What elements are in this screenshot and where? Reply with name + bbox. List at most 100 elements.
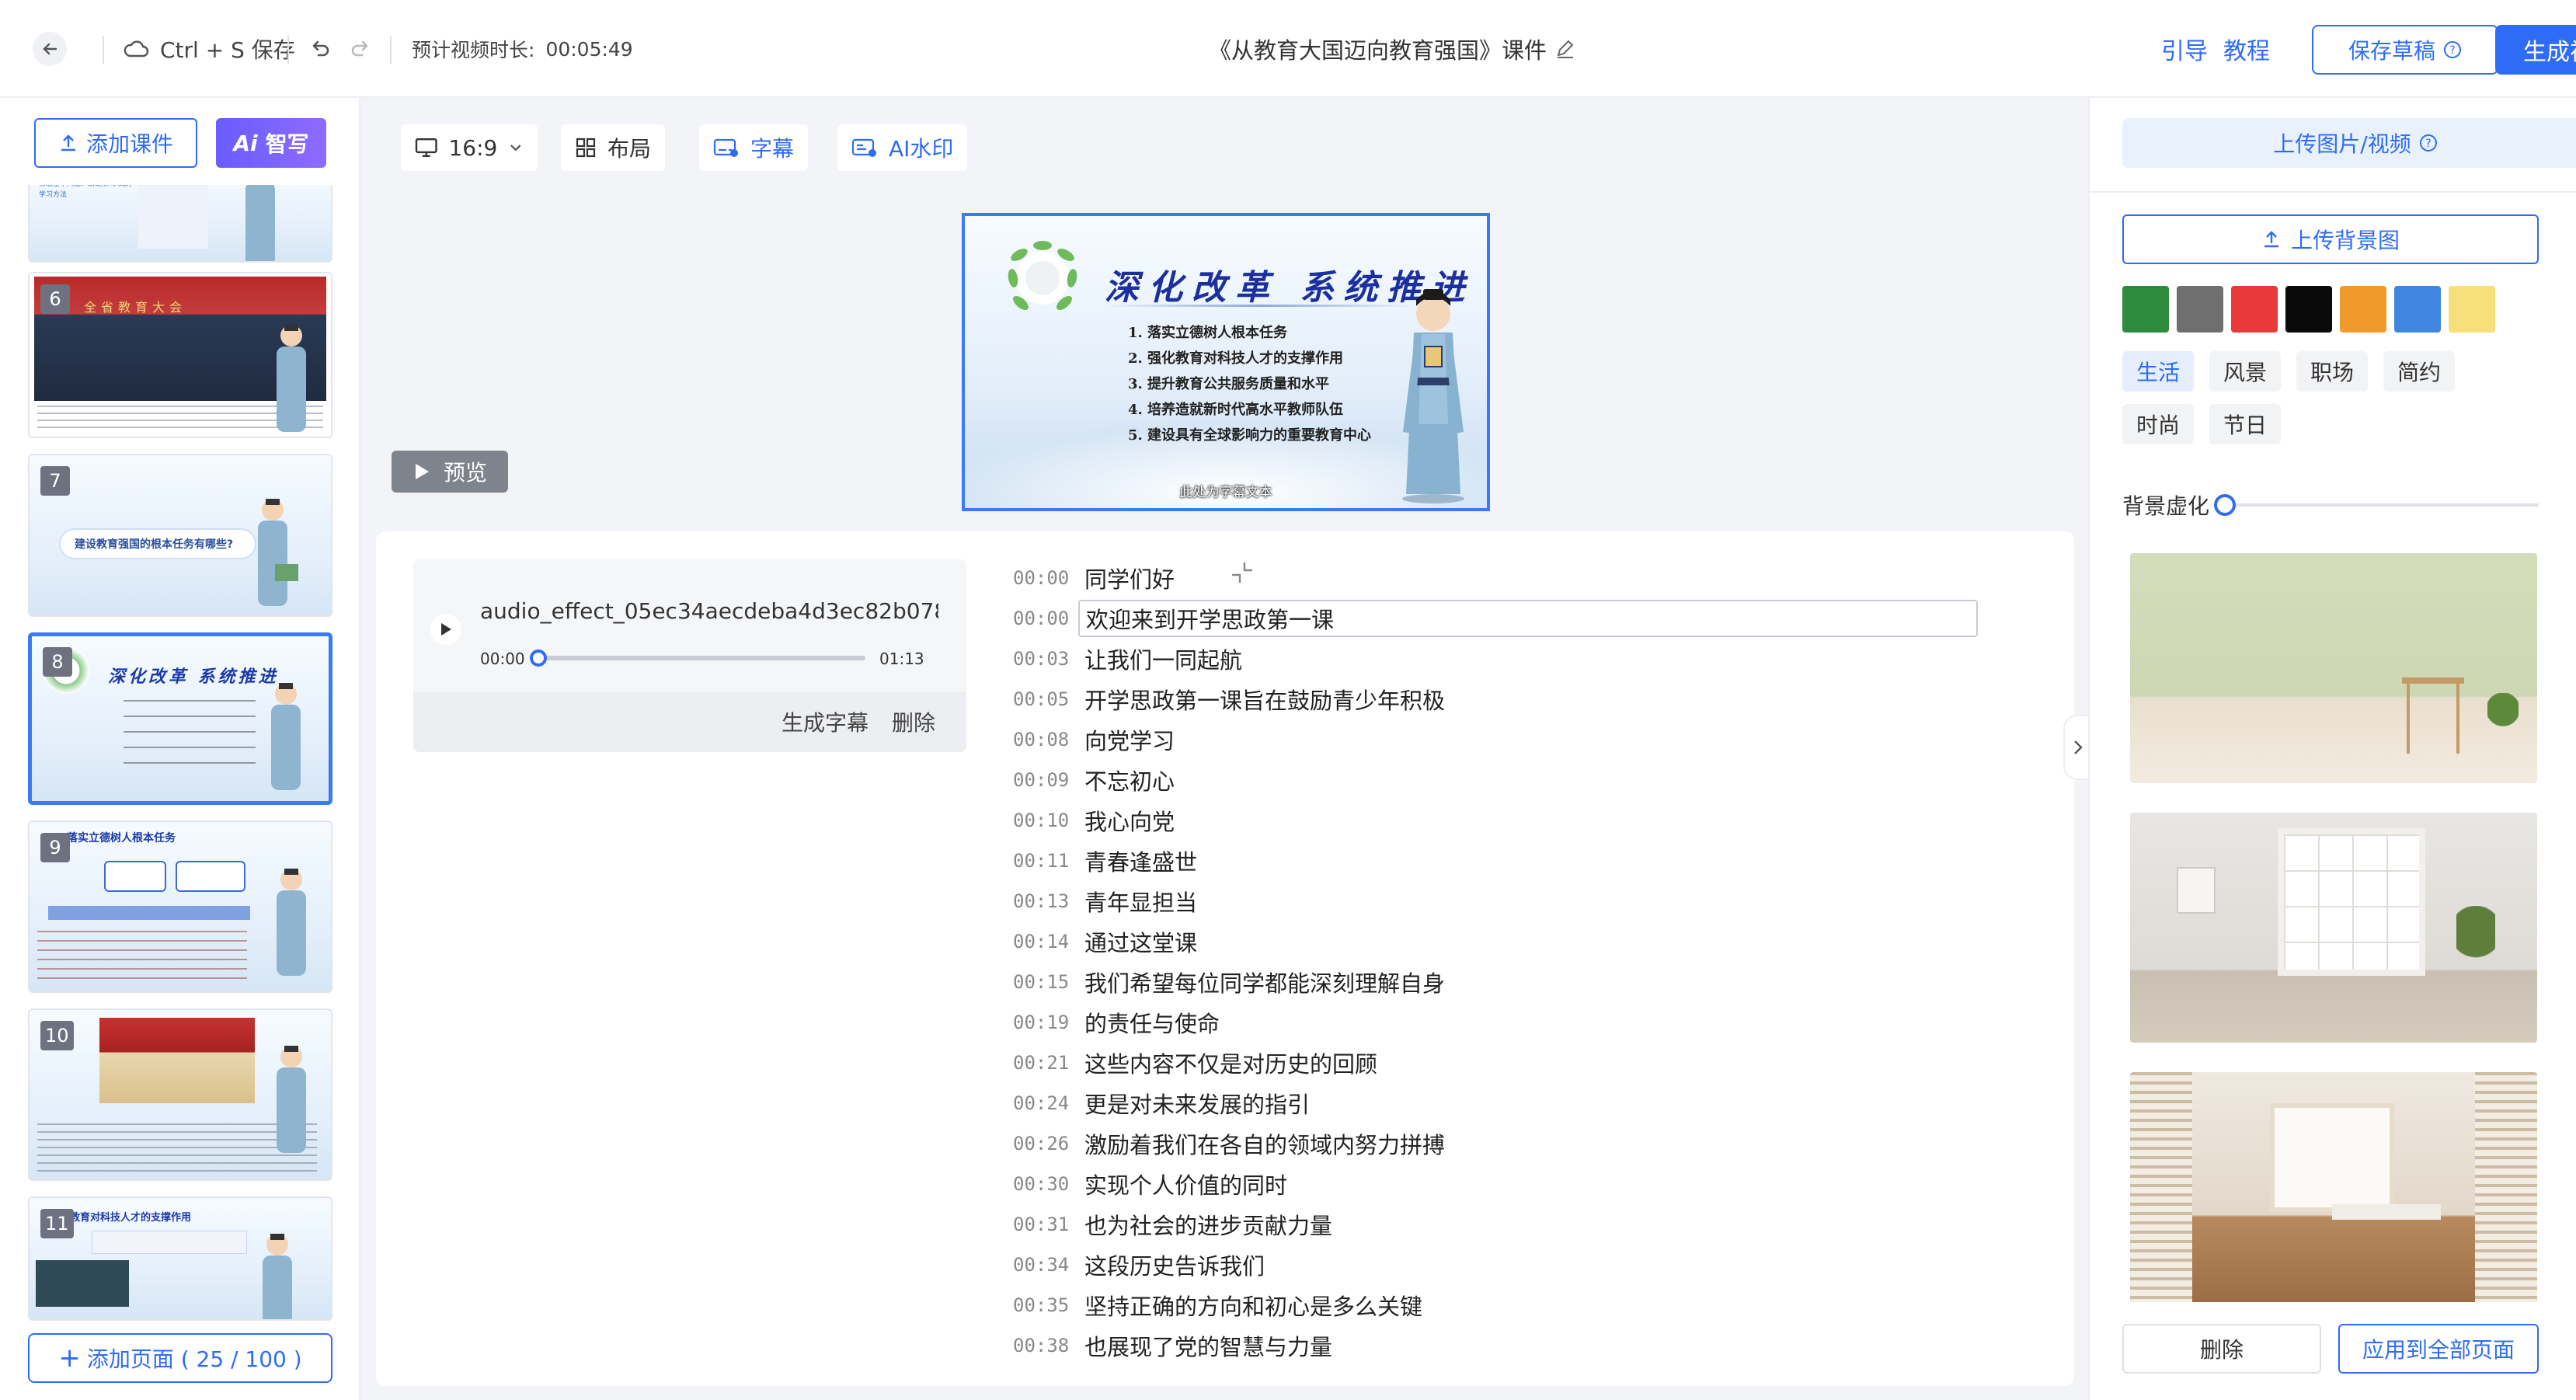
color-swatch[interactable] [2231,286,2278,333]
tab-upload-media[interactable]: 上传图片/视频 ? [2122,118,2576,168]
subtitle-text[interactable]: 也为社会的进步贡献力量 [1078,1206,1338,1243]
subtitle-text[interactable]: 这些内容不仅是对历史的回顾 [1078,1044,1384,1081]
subtitle-row[interactable]: 00:21 这些内容不仅是对历史的回顾 [1013,1043,1384,1083]
subtitle-row[interactable]: 00:19 的责任与使命 [1013,1002,1226,1043]
audio-subtitle-panel: audio_effect_05ec34aecdeba4d3ec82b078b..… [376,531,2074,1386]
audio-play-button[interactable] [430,614,461,645]
audio-progress-bar[interactable] [530,650,865,667]
subtitle-row[interactable]: 00:09 不忘初心 [1013,760,1181,800]
undo-button[interactable] [308,0,332,98]
slide-thumb-11[interactable]: 强化教育对科技人才的支撑作用 11 [28,1196,332,1321]
edit-pencil-icon[interactable] [1554,38,1576,60]
category-life[interactable]: 生活 [2122,351,2195,392]
slide-thumb-5[interactable]: 初级基本问题、蜻蜓点 水式的学习方法 [28,185,332,263]
subtitle-text[interactable]: 青年显担当 [1078,883,1203,920]
ratio-select[interactable]: 16:9 [401,124,538,171]
ai-watermark-button[interactable]: AI水印 [837,124,968,171]
color-swatch[interactable] [2340,286,2386,333]
save-draft-button[interactable]: 保存草稿 ? [2312,25,2498,75]
preview-button[interactable]: 预览 [392,451,508,493]
back-button[interactable] [33,0,67,98]
subtitle-text[interactable]: 这段历史告诉我们 [1078,1246,1271,1283]
generate-subtitle-button[interactable]: 生成字幕 [782,706,869,737]
color-swatch[interactable] [2177,286,2223,333]
category-workplace[interactable]: 职场 [2296,351,2369,392]
subtitle-text[interactable]: 我心向党 [1078,802,1181,839]
slide-thumb-8-active[interactable]: 深化改革 系统推进 8 [28,632,332,805]
generate-video-button[interactable]: 生成视频 [2495,25,2576,75]
subtitle-text[interactable]: 让我们一同起航 [1078,640,1248,677]
tutorial-link[interactable]: 教程 [2223,0,2270,98]
save-shortcut[interactable]: Ctrl + S 保存 [123,0,295,98]
color-swatch[interactable] [2394,286,2441,333]
subtitle-row[interactable]: 00:08 向党学习 [1013,719,1181,760]
subtitle-row[interactable]: 00:38 也展现了党的智慧与力量 [1013,1325,1338,1366]
background-option-3[interactable] [2130,1072,2537,1302]
color-swatch[interactable] [2449,286,2495,333]
subtitle-row[interactable]: 00:34 这段历史告诉我们 [1013,1245,1271,1285]
layout-button[interactable]: 布局 [561,124,666,171]
guide-link[interactable]: 引导 [2161,0,2208,98]
slide-thumb-10[interactable]: 10 [28,1008,332,1181]
apply-all-pages-button[interactable]: 应用到全部页面 [2338,1324,2539,1374]
subtitle-row[interactable]: 00:24 更是对未来发展的指引 [1013,1083,1316,1123]
subtitle-text[interactable]: 同学们好 [1078,559,1181,597]
right-panel-toggle[interactable] [2063,715,2091,780]
category-holiday[interactable]: 节日 [2209,404,2282,444]
subtitle-text[interactable]: 不忘初心 [1078,761,1181,799]
subtitle-row[interactable]: 00:13 青年显担当 [1013,881,1203,921]
category-simple[interactable]: 简约 [2383,351,2456,392]
subtitle-row[interactable]: 00:11 青春逢盛世 [1013,841,1203,881]
subtitle-text[interactable]: 向党学习 [1078,721,1181,758]
background-option-2[interactable] [2130,813,2537,1043]
add-page-button[interactable]: + 添加页面 ( 25 / 100 ) [28,1333,332,1383]
collapse-arrows-icon[interactable] [1229,559,1255,586]
subtitle-row[interactable]: 00:03 让我们一同起航 [1013,639,1248,679]
subtitle-row[interactable]: 00:05 开学思政第一课旨在鼓励青少年积极 [1013,679,1451,719]
audio-progress-knob[interactable] [530,650,547,667]
delete-background-button[interactable]: 删除 [2122,1324,2321,1374]
color-swatch[interactable] [2122,286,2169,333]
subtitle-row[interactable]: 00:30 实现个人价值的同时 [1013,1164,1293,1204]
delete-audio-button[interactable]: 删除 [892,706,935,737]
subtitle-row[interactable]: 00:15 我们希望每位同学都能深刻理解自身 [1013,962,1451,1002]
document-title[interactable]: 《从教育大国迈向教育强国》课件 [1209,0,1576,98]
slide-canvas[interactable]: 深化改革 系统推进 1. 落实立德树人根本任务 2. 强化教育对科技人才的支撑作… [962,213,1490,511]
subtitle-row[interactable]: 00:00 同学们好 [1013,558,1181,598]
thumb-10-number: 10 [40,1021,74,1050]
redo-button[interactable] [348,0,373,98]
subtitle-text[interactable]: 我们希望每位同学都能深刻理解自身 [1078,963,1451,1001]
estimate-label: 预计视频时长: [412,39,535,61]
slide-thumb-6[interactable]: 全省教育大会 6 [28,272,332,438]
upload-background-button[interactable]: 上传背景图 [2122,214,2539,264]
subtitle-text[interactable]: 的责任与使命 [1078,1004,1226,1041]
slide-thumb-9[interactable]: 落实立德树人根本任务 9 [28,820,332,993]
color-swatch[interactable] [2285,286,2332,333]
subtitle-button[interactable]: 字幕 [699,124,809,171]
subtitle-text[interactable]: 实现个人价值的同时 [1078,1165,1293,1203]
subtitle-row[interactable]: 00:31 也为社会的进步贡献力量 [1013,1204,1338,1245]
subtitle-row[interactable]: 00:00 欢迎来到开学思政第一课 [1013,598,1978,639]
subtitle-text[interactable]: 也展现了党的智慧与力量 [1078,1327,1338,1364]
subtitle-row[interactable]: 00:14 通过这堂课 [1013,921,1203,962]
background-option-1[interactable] [2130,553,2537,783]
background-blur-slider[interactable] [2222,503,2539,507]
subtitle-row[interactable]: 00:10 我心向党 [1013,800,1181,841]
category-scenery[interactable]: 风景 [2209,351,2282,392]
add-courseware-button[interactable]: 添加课件 [34,118,197,168]
subtitle-text[interactable]: 开学思政第一课旨在鼓励青少年积极 [1078,681,1451,718]
subtitle-text[interactable]: 通过这堂课 [1078,923,1203,960]
slide-thumb-7[interactable]: 建设教育强国的根本任务有哪些? 7 [28,454,332,617]
ai-write-button[interactable]: Ai 智写 [216,118,326,168]
subtitle-text[interactable]: 激励着我们在各自的领域内努力拼搏 [1078,1125,1451,1162]
background-blur-knob[interactable] [2214,494,2236,516]
scholar-avatar[interactable] [1391,284,1476,505]
subtitle-row[interactable]: 00:35 坚持正确的方向和初心是多么关键 [1013,1285,1429,1325]
subtitle-text[interactable]: 更是对未来发展的指引 [1078,1085,1316,1122]
thumbnail-list[interactable]: 初级基本问题、蜻蜓点 水式的学习方法 全省教育大会 6 建设教育强国的根本任务有… [28,185,332,1400]
subtitle-text-input[interactable]: 欢迎来到开学思政第一课 [1078,600,1978,637]
subtitle-row[interactable]: 00:26 激励着我们在各自的领域内努力拼搏 [1013,1123,1451,1164]
subtitle-text[interactable]: 坚持正确的方向和初心是多么关键 [1078,1287,1429,1324]
subtitle-text[interactable]: 青春逢盛世 [1078,842,1203,879]
category-fashion[interactable]: 时尚 [2122,404,2195,444]
